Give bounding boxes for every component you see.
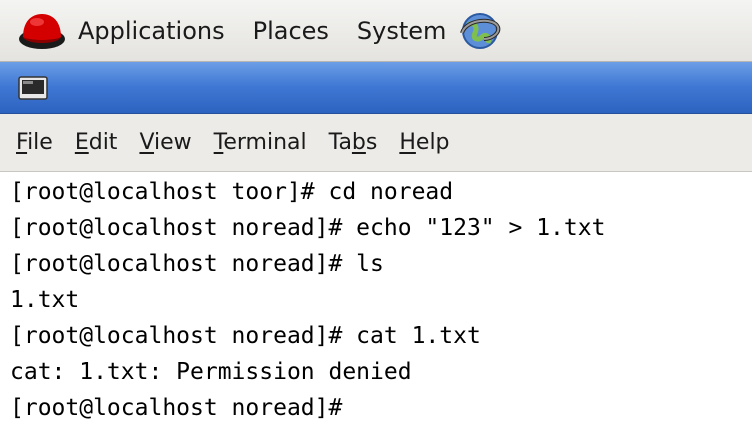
menu-tabs-mnemonic: b xyxy=(351,130,366,155)
menu-terminal[interactable]: Terminal xyxy=(214,130,307,155)
menu-tabs-label-end: s xyxy=(365,130,378,155)
terminal-line: cat: 1.txt: Permission denied xyxy=(10,359,412,385)
menu-edit-label-end: dit xyxy=(88,130,118,155)
menu-view-label-end: iew xyxy=(154,130,192,155)
terminal-line: [root@localhost noread]# ls xyxy=(10,251,384,277)
menu-file-label-end: ile xyxy=(27,130,53,155)
terminal-line: [root@localhost noread]# cat 1.txt xyxy=(10,323,481,349)
terminal-line: [root@localhost toor]# cd noread xyxy=(10,179,454,205)
terminal-line: 1.txt xyxy=(10,287,80,313)
terminal-menu-bar: File Edit View Terminal Tabs Help xyxy=(0,114,752,172)
terminal-cursor xyxy=(356,396,368,422)
menu-view[interactable]: View xyxy=(139,130,191,155)
applications-menu[interactable]: Applications xyxy=(78,0,225,62)
menu-help-label-end: elp xyxy=(415,130,450,155)
redhat-logo-icon[interactable] xyxy=(16,9,68,53)
system-menu[interactable]: System xyxy=(357,0,447,62)
menu-view-mnemonic: V xyxy=(139,130,155,155)
web-browser-icon[interactable] xyxy=(456,7,504,55)
places-menu[interactable]: Places xyxy=(253,0,329,62)
menu-edit[interactable]: Edit xyxy=(75,130,118,155)
terminal-window-icon xyxy=(18,76,48,100)
terminal-prompt-line: [root@localhost noread]# xyxy=(10,390,752,426)
terminal-output[interactable]: [root@localhost toor]# cd noread [root@l… xyxy=(0,172,752,426)
terminal-prompt: [root@localhost noread]# xyxy=(10,395,357,421)
menu-edit-mnemonic: E xyxy=(74,130,89,155)
menu-terminal-mnemonic: T xyxy=(213,130,224,155)
menu-help-mnemonic: H xyxy=(399,130,416,155)
menu-tabs[interactable]: Tabs xyxy=(329,130,378,155)
menu-file-mnemonic: F xyxy=(16,130,28,155)
menu-file[interactable]: File xyxy=(16,130,53,155)
menu-terminal-label-end: erminal xyxy=(223,130,307,155)
terminal-line: [root@localhost noread]# echo "123" > 1.… xyxy=(10,215,606,241)
top-panel: Applications Places System xyxy=(0,0,752,62)
window-title-bar[interactable] xyxy=(0,62,752,114)
menu-help[interactable]: Help xyxy=(399,130,449,155)
desktop-screen: Applications Places System File Edit Vie… xyxy=(0,0,752,426)
menu-tabs-label-start: Ta xyxy=(328,130,352,155)
